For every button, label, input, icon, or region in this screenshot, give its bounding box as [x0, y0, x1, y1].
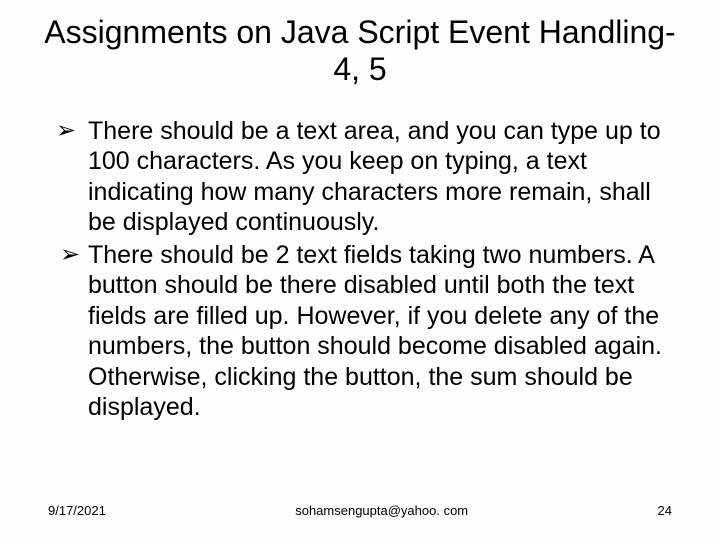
- bullet-list: ➢ There should be a text area, and you c…: [40, 116, 680, 423]
- list-item: ➢ There should be a text area, and you c…: [60, 116, 674, 238]
- slide: Assignments on Java Script Event Handlin…: [0, 0, 720, 540]
- list-item-text: There should be 2 text fields taking two…: [88, 241, 662, 422]
- list-item: ➢ There should be 2 text fields taking t…: [60, 240, 674, 423]
- bullet-arrow-icon: ➢: [60, 240, 80, 269]
- slide-footer: 9/17/2021 sohamsengupta@yahoo. com 24: [0, 503, 720, 518]
- bullet-arrow-icon: ➢: [56, 116, 76, 145]
- footer-date: 9/17/2021: [40, 503, 106, 518]
- list-item-text: There should be a text area, and you can…: [88, 117, 661, 237]
- slide-title: Assignments on Java Script Event Handlin…: [40, 14, 680, 88]
- footer-page-number: 24: [658, 503, 680, 518]
- footer-email: sohamsengupta@yahoo. com: [106, 503, 658, 518]
